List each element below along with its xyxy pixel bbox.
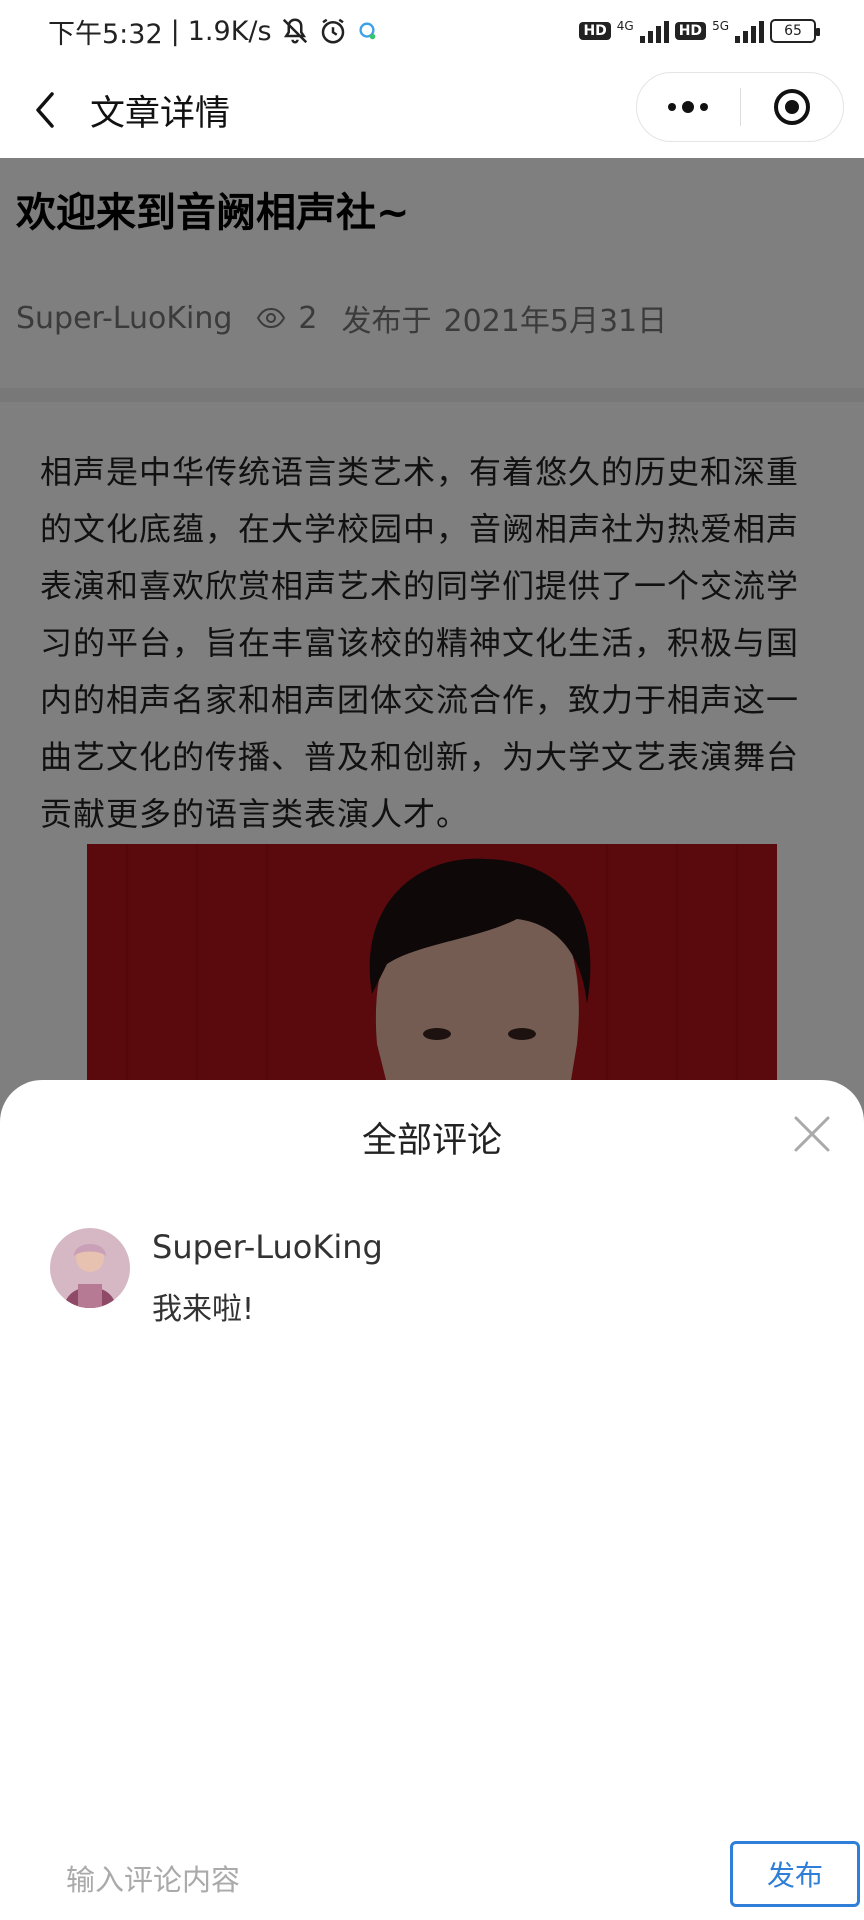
more-button[interactable] (637, 73, 740, 141)
battery-icon: 65 (770, 19, 820, 43)
comments-sheet: 全部评论 Super-LuoKing 我来啦! 发布 (0, 1080, 864, 1920)
comment-input-bar: 发布 (0, 1840, 864, 1920)
avatar-image (50, 1228, 130, 1308)
signal-icon-2 (735, 19, 764, 43)
chevron-left-icon (36, 92, 54, 128)
network-5g-label: 5G (712, 19, 729, 33)
hd-badge-2: HD (674, 22, 707, 40)
comment-input[interactable] (66, 1852, 666, 1908)
status-bar: 下午5:32 | 1.9K/s HD 4G HD 5G 65 (0, 0, 864, 62)
more-dots-icon (668, 101, 709, 113)
avatar[interactable] (50, 1228, 130, 1308)
comments-title: 全部评论 (361, 1121, 502, 1161)
status-divider: | (170, 15, 180, 47)
alarm-icon (321, 18, 344, 44)
network-4g-label: 4G (616, 19, 634, 33)
chat-bubble-icon (359, 22, 375, 40)
bell-off-icon (282, 18, 307, 44)
exit-button[interactable] (741, 73, 844, 141)
mini-program-capsule (636, 72, 844, 142)
status-time: 下午5:32 (48, 18, 163, 50)
app-screen: 下午5:32 | 1.9K/s HD 4G HD 5G 65 文章详情 全部评论… (0, 0, 864, 1920)
network-speed: 1.9K/s (187, 15, 272, 47)
comment-text: 我来啦! (152, 1292, 255, 1327)
close-icon (794, 1116, 830, 1152)
publish-button[interactable]: 发布 (730, 1841, 860, 1907)
page-title: 文章详情 (90, 93, 231, 134)
nav-bar: 文章详情 (0, 62, 864, 158)
close-button[interactable] (790, 1112, 834, 1156)
status-left: 下午5:32 | 1.9K/s (48, 12, 378, 51)
status-right: HD 4G HD 5G 65 (579, 19, 820, 43)
back-button[interactable] (0, 62, 90, 158)
hd-badge: HD (579, 22, 611, 40)
target-close-icon (773, 89, 810, 125)
comment-username: Super-LuoKing (152, 1228, 383, 1266)
signal-icon (639, 19, 669, 43)
